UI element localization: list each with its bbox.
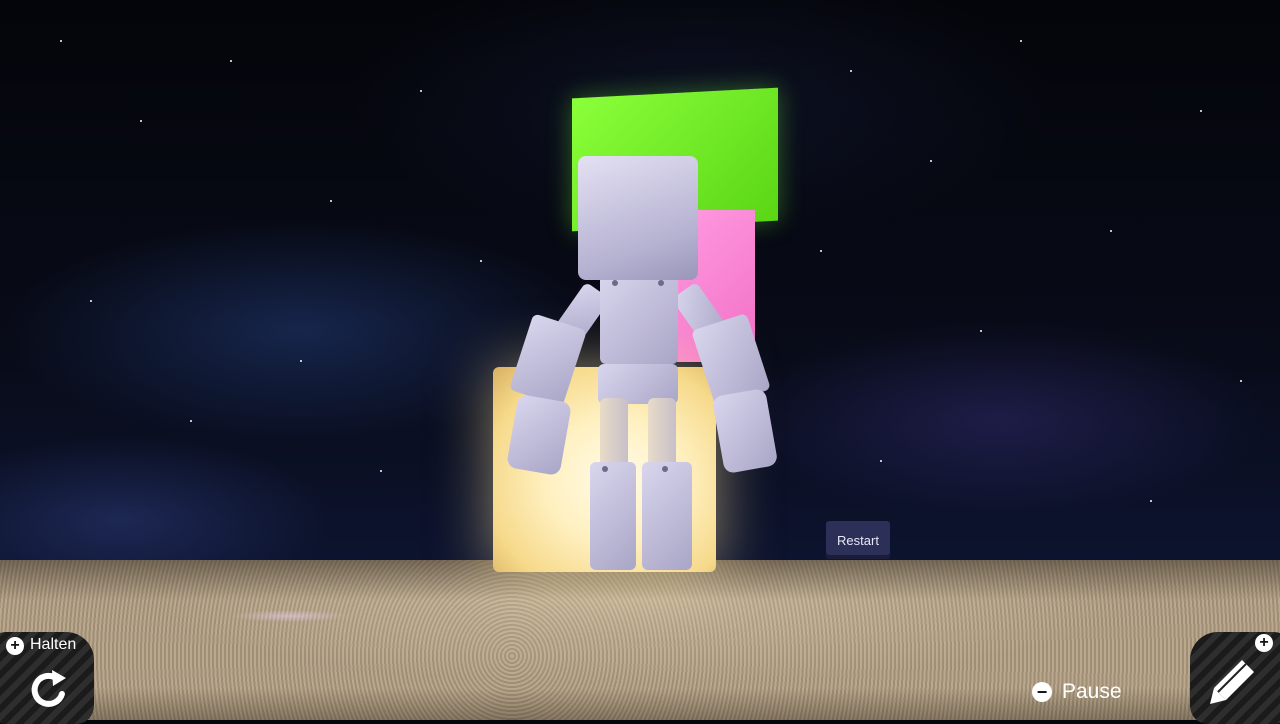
pencil-icon (1210, 660, 1254, 704)
robot-torso (600, 272, 678, 364)
plus-button-icon: + (6, 637, 24, 655)
hold-label: Halten (30, 636, 77, 653)
minus-circle-icon: − (1032, 682, 1052, 702)
robot-left-leg (590, 462, 636, 570)
robot-right-leg (642, 462, 692, 570)
robot-right-thigh (648, 398, 676, 468)
ground-light-spot (230, 610, 350, 622)
robot-head (578, 156, 698, 280)
restart-button[interactable]: Restart (826, 521, 890, 559)
plus-button-icon: + (1255, 634, 1273, 652)
pause-label: Pause (1062, 680, 1122, 703)
game-viewport[interactable]: Restart (0, 0, 1280, 720)
rotate-arrow-icon (31, 670, 66, 707)
robot-left-thigh (600, 398, 628, 468)
pause-control[interactable]: − Pause (1032, 680, 1122, 704)
